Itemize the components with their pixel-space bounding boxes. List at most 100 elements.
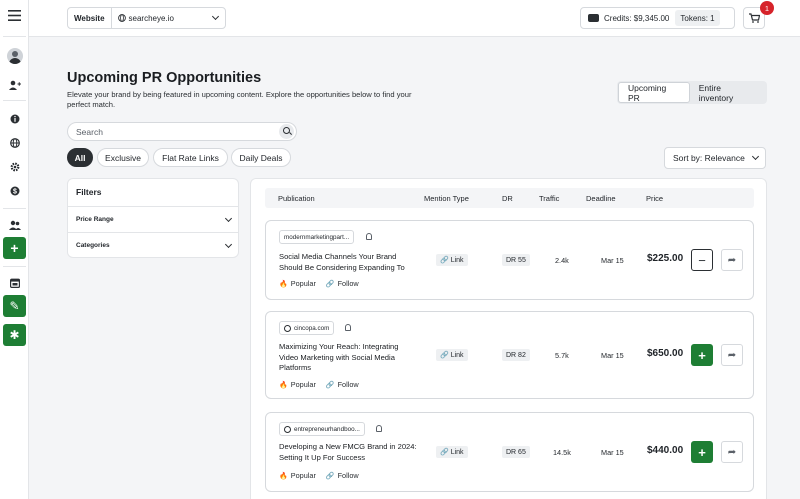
mention-label: Link xyxy=(450,448,464,456)
mention-type-badge: 🔗 Link xyxy=(436,349,468,361)
gear-icon[interactable] xyxy=(0,160,29,174)
table-row[interactable]: cincopa.com Maximizing Your Reach: Integ… xyxy=(265,311,754,399)
chip-all[interactable]: All xyxy=(67,148,93,167)
filters-title: Filters xyxy=(76,187,102,197)
deadline-value: Mar 15 xyxy=(601,256,624,265)
globe-icon[interactable] xyxy=(0,136,29,150)
add-to-cart-button[interactable]: + xyxy=(691,441,713,463)
plus-icon[interactable]: + xyxy=(3,237,26,259)
search-icon[interactable] xyxy=(279,124,294,139)
article-title[interactable]: Maximizing Your Reach: Integrating Video… xyxy=(279,342,419,374)
sort-select[interactable]: Sort by: Relevance xyxy=(664,147,766,169)
opportunities-table: Publication Mention Type DR Traffic Dead… xyxy=(250,178,767,499)
follow-label: Follow xyxy=(337,279,359,288)
link-icon: 🔗 xyxy=(440,352,449,359)
follow-tag: 🔗 Follow xyxy=(326,471,359,480)
share-icon[interactable]: ➦ xyxy=(721,344,743,366)
cart-icon xyxy=(748,13,760,23)
popular-tag: 🔥 Popular xyxy=(279,279,316,288)
add-to-cart-button[interactable]: + xyxy=(691,344,713,366)
bell-icon[interactable] xyxy=(376,425,382,432)
fire-icon: 🔥 xyxy=(279,280,288,288)
filters-panel: Filters Price Range Categories xyxy=(67,178,239,258)
domain-text: entrepreneurhandboo... xyxy=(294,425,360,433)
popular-label: Popular xyxy=(290,279,316,288)
link-icon: 🔗 xyxy=(325,472,335,480)
bell-icon[interactable] xyxy=(345,324,351,331)
popular-label: Popular xyxy=(290,380,316,389)
credits-text: Credits: $9,345.00 xyxy=(604,13,670,23)
filter-label: Categories xyxy=(76,242,110,249)
chip-flat-rate-links[interactable]: Flat Rate Links xyxy=(153,148,228,167)
domain-tag[interactable]: modernmarketingpart... xyxy=(279,230,355,244)
hamburger-menu-icon[interactable] xyxy=(0,6,29,24)
traffic-value: 14.5k xyxy=(553,448,571,457)
table-row[interactable]: modernmarketingpart... Social Media Chan… xyxy=(265,220,754,300)
table-row[interactable]: entrepreneurhandboo... Developing a New … xyxy=(265,412,754,492)
domain-tag[interactable]: cincopa.com xyxy=(279,321,335,335)
sidebar: $ + ✎ ✱ xyxy=(0,0,29,499)
add-user-icon[interactable] xyxy=(0,76,29,94)
link-icon: 🔗 xyxy=(440,257,449,264)
pencil-icon[interactable]: ✎ xyxy=(3,295,26,317)
mention-type-badge: 🔗 Link xyxy=(436,254,468,266)
follow-tag: 🔗 Follow xyxy=(326,380,359,389)
dr-badge: DR 65 xyxy=(502,446,530,458)
chip-exclusive[interactable]: Exclusive xyxy=(97,148,149,167)
article-title[interactable]: Developing a New FMCG Brand in 2024: Set… xyxy=(279,442,419,463)
remove-from-cart-button[interactable]: − xyxy=(691,249,713,271)
link-icon: 🔗 xyxy=(325,280,335,288)
domain-tag[interactable]: entrepreneurhandboo... xyxy=(279,422,365,436)
website-label: Website xyxy=(68,8,112,28)
fire-icon: 🔥 xyxy=(279,472,288,480)
share-icon[interactable]: ➦ xyxy=(721,441,743,463)
mention-label: Link xyxy=(450,351,464,359)
wallet-icon xyxy=(588,14,599,22)
search-input[interactable]: Search xyxy=(67,122,297,141)
deadline-value: Mar 15 xyxy=(601,448,624,457)
svg-text:$: $ xyxy=(13,189,17,196)
credits-display[interactable]: Credits: $9,345.00 Tokens: 1 xyxy=(580,7,735,29)
fire-icon: 🔥 xyxy=(279,381,288,389)
chevron-down-icon xyxy=(224,240,233,248)
filter-price-range[interactable]: Price Range xyxy=(68,206,238,232)
filter-label: Price Range xyxy=(76,216,114,223)
tokens-text: Tokens: 1 xyxy=(675,10,720,26)
search-placeholder: Search xyxy=(76,126,103,137)
filter-categories[interactable]: Categories xyxy=(68,232,238,258)
website-select[interactable]: Website searcheye.io xyxy=(67,7,226,29)
page-title: Upcoming PR Opportunities xyxy=(67,70,262,86)
popular-tag: 🔥 Popular xyxy=(279,471,316,480)
users-icon[interactable] xyxy=(0,218,29,232)
price-value: $225.00 xyxy=(647,253,684,264)
sort-label: Sort by: Relevance xyxy=(673,153,745,163)
tab-upcoming-pr[interactable]: Upcoming PR xyxy=(618,82,690,103)
globe-icon xyxy=(117,14,126,22)
bug-icon[interactable]: ✱ xyxy=(3,324,26,346)
follow-label: Follow xyxy=(337,380,359,389)
follow-tag: 🔗 Follow xyxy=(326,279,359,288)
site-favicon-icon xyxy=(284,324,291,332)
page-subtitle: Elevate your brand by being featured in … xyxy=(67,90,412,109)
deadline-value: Mar 15 xyxy=(601,351,624,360)
col-dr: DR xyxy=(502,194,513,203)
dollar-icon[interactable]: $ xyxy=(0,184,29,198)
article-title[interactable]: Social Media Channels Your Brand Should … xyxy=(279,252,419,273)
chevron-down-icon xyxy=(211,12,220,21)
share-icon[interactable]: ➦ xyxy=(721,249,743,271)
chevron-down-icon xyxy=(224,214,233,222)
avatar[interactable] xyxy=(0,46,29,66)
chip-daily-deals[interactable]: Daily Deals xyxy=(231,148,291,167)
bell-icon[interactable] xyxy=(366,233,372,240)
tab-entire-inventory[interactable]: Entire inventory xyxy=(690,82,766,103)
link-icon: 🔗 xyxy=(325,381,335,389)
top-bar: Website searcheye.io Credits: $9,345.00 … xyxy=(29,0,800,37)
traffic-value: 2.4k xyxy=(555,256,569,265)
col-traffic: Traffic xyxy=(539,194,560,203)
calendar-icon[interactable] xyxy=(0,276,29,290)
cart-count-badge: 1 xyxy=(760,1,774,15)
info-icon[interactable] xyxy=(0,112,29,126)
price-value: $650.00 xyxy=(647,348,684,359)
table-header: Publication Mention Type DR Traffic Dead… xyxy=(265,188,754,208)
view-toggle: Upcoming PR Entire inventory xyxy=(617,81,767,104)
